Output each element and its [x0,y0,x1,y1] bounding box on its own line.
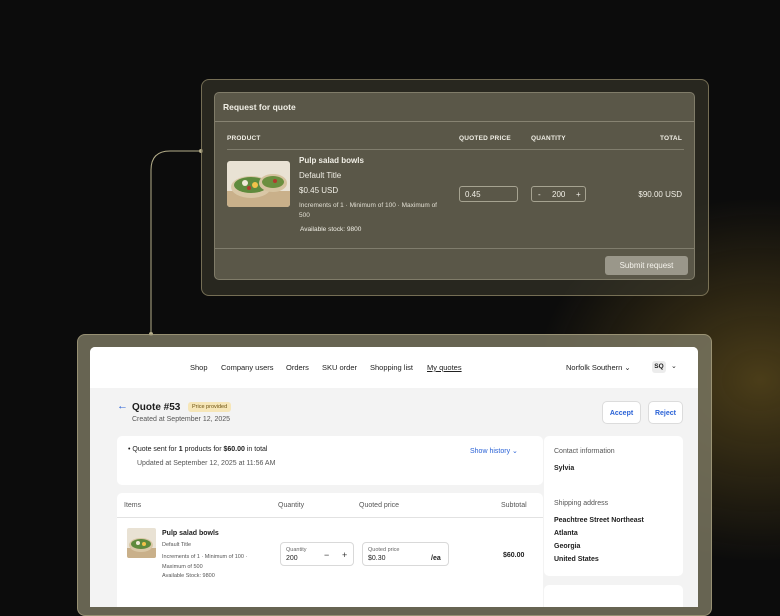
product-image [227,161,290,207]
quoted-price-value: $0.30 [368,555,386,562]
contact-name: Sylvia [554,465,575,472]
header-quantity: Quantity [278,502,305,509]
product-image [127,528,156,558]
address-line: Peachtree Street Northeast [554,517,644,524]
page-title: Quote #53 [132,402,181,413]
request-for-quote-card: Request for quote PRODUCT QUOTED PRICE Q… [214,92,695,280]
header-quoted-price: Quoted price [359,502,400,509]
reject-button[interactable]: Reject [648,401,683,424]
chevron-down-icon: ⌄ [512,448,518,455]
quantity-stepper[interactable]: - 200 + [531,186,586,202]
header-quoted-price: QUOTED PRICE [459,135,511,142]
quantity-value: 200 [552,190,566,199]
line-subtotal: $60.00 [503,552,525,559]
nav-company-users[interactable]: Company users [221,363,274,372]
quantity-stepper[interactable]: Quantity 200 − + [280,542,354,566]
nav-sku-order[interactable]: SKU order [322,363,357,372]
divider [215,121,694,122]
header-subtotal: Subtotal [501,502,527,509]
quantity-label: Quantity [286,547,307,553]
header-items: Items [124,502,142,509]
quoted-price-input[interactable]: 0.45 [459,186,518,202]
updated-date: Updated at September 12, 2025 at 11:56 A… [137,460,276,467]
header-total: TOTAL [659,135,682,142]
rfq-title: Request for quote [223,102,296,112]
product-variant: Default Title [299,171,342,180]
header-quantity: QUANTITY [531,135,566,142]
header-product: PRODUCT [227,135,261,142]
secondary-panel [544,585,683,607]
product-stock: Available stock: 9800 [300,226,362,233]
quoted-price-label: Quoted price [368,547,400,553]
divider [215,248,694,249]
quote-summary-panel: • Quote sent for 1 products for $60.00 i… [117,436,543,485]
increment-button[interactable]: + [576,190,581,199]
quantity-value: 200 [286,555,298,562]
chevron-down-icon: ⌄ [624,363,631,372]
top-navigation: Shop Company users Orders SKU order Shop… [90,347,698,388]
product-name: Pulp salad bowls [299,156,364,165]
company-name: Norfolk Southern [566,363,623,372]
line-total: $90.00 USD [638,190,682,199]
show-history-link[interactable]: Show history ⌄ [470,447,518,455]
address-line: Georgia [554,543,581,550]
nav-orders[interactable]: Orders [286,363,309,372]
back-arrow-icon[interactable]: ← [117,400,128,412]
status-badge: Price provided [188,402,232,412]
divider [227,149,684,150]
divider [117,517,543,518]
shipping-label: Shipping address [554,500,609,507]
nav-shop[interactable]: Shop [190,363,208,372]
product-stock: Available Stock: 9800 [162,573,215,579]
created-date: Created at September 12, 2025 [132,416,231,423]
chevron-down-icon[interactable]: ⌄ [671,362,677,370]
product-price: $0.45 USD [299,186,339,195]
submit-request-button[interactable]: Submit request [605,256,688,275]
product-increments: Increments of 1 · Minimum of 100 · Maxim… [162,554,248,570]
contact-label: Contact information [554,448,615,455]
unit-label: /ea [431,555,441,562]
quote-sent-text: • Quote sent for 1 products for $60.00 i… [128,446,268,453]
decrement-button[interactable]: - [538,190,541,199]
nav-shopping-list[interactable]: Shopping list [370,363,413,372]
increment-button[interactable]: + [342,550,347,560]
product-increments: Increments of 1 · Minimum of 100 · Maxim… [299,202,437,219]
company-selector[interactable]: Norfolk Southern ⌄ [566,363,631,372]
quote-page: Shop Company users Orders SKU order Shop… [90,347,698,607]
address-line: Atlanta [554,530,578,537]
accept-button[interactable]: Accept [602,401,641,424]
nav-my-quotes[interactable]: My quotes [427,363,462,372]
decrement-button[interactable]: − [324,550,329,560]
address-line: United States [554,556,599,563]
avatar[interactable]: SQ [652,361,666,373]
quoted-price-field[interactable]: Quoted price $0.30 /ea [362,542,449,566]
product-variant: Default Title [162,542,192,548]
product-name: Pulp salad bowls [162,530,219,537]
